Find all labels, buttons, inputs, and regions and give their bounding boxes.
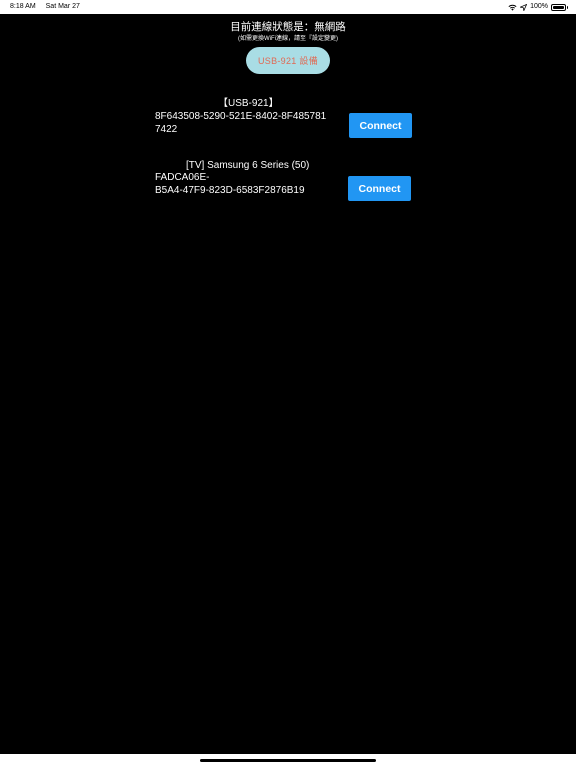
battery-percent: 100% (530, 3, 548, 10)
status-date: Sat Mar 27 (45, 3, 80, 10)
wifi-hint-text: (如需更換WiFi連線，請至『設定變更) (238, 36, 338, 42)
app-screen: 8:18 AM Sat Mar 27 100% 目前連線狀態是：無網路 (如需更… (0, 0, 576, 768)
connection-status-text: 目前連線狀態是：無網路 (230, 21, 346, 33)
connect-button[interactable]: Connect (349, 113, 412, 138)
device-uuid-line-1: 8F643508-5290-521E-8402-8F485781 (155, 111, 327, 122)
device-uuid-line-2: B5A4-47F9-823D-6583F2876B19 (155, 184, 305, 196)
device-uuid: 8F643508-5290-521E-8402-8F485781 7422 (155, 111, 345, 136)
location-arrow-icon (520, 3, 528, 11)
status-bar-left: 8:18 AM Sat Mar 27 (10, 0, 80, 14)
home-indicator-area (0, 754, 576, 768)
device-name: [TV] Samsung 6 Series (50) (186, 160, 310, 171)
status-bar-right: 100% (508, 0, 568, 14)
connect-button[interactable]: Connect (348, 176, 411, 201)
home-indicator[interactable] (200, 759, 376, 762)
status-bar: 8:18 AM Sat Mar 27 100% (0, 0, 576, 14)
device-uuid-line-2: 7422 (155, 123, 178, 135)
wifi-icon (508, 4, 517, 11)
device-name: 【USB-921】 (218, 98, 279, 109)
battery-icon (551, 3, 568, 11)
device-uuid-line-1: FADCA06E- (155, 172, 210, 183)
status-time: 8:18 AM (10, 3, 36, 10)
device-select-button[interactable]: USB-921 設備 (246, 47, 330, 74)
device-uuid: FADCA06E- B5A4-47F9-823D-6583F2876B19 (155, 172, 345, 197)
